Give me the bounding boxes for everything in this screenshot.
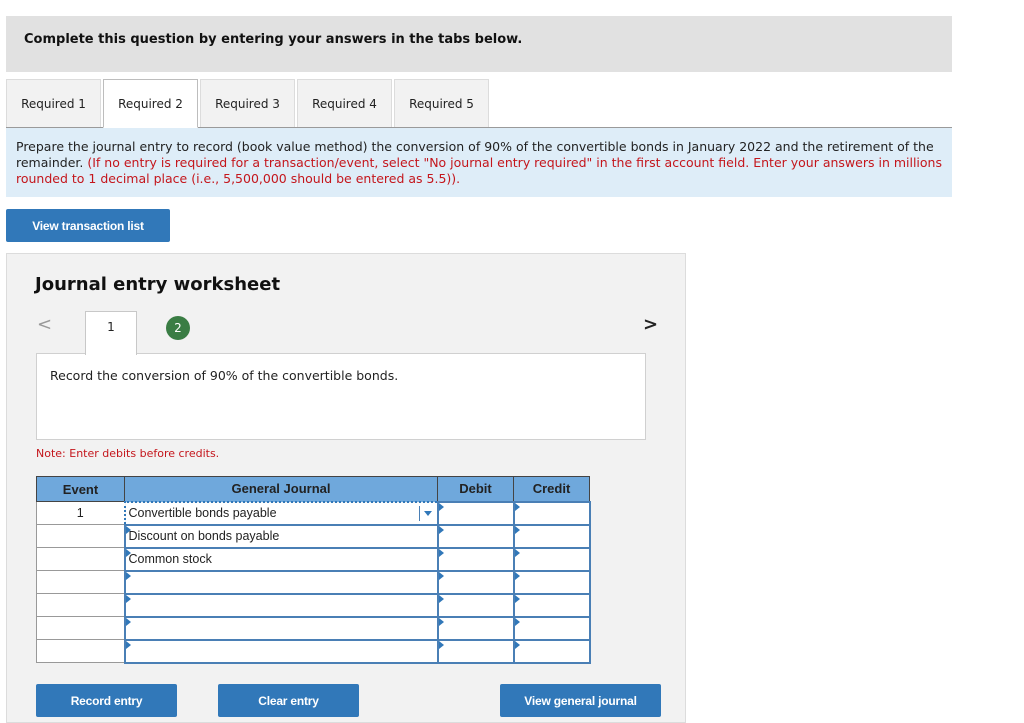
header-debit: Debit: [437, 476, 514, 502]
credit-input[interactable]: [512, 615, 591, 641]
debit-input[interactable]: [436, 592, 515, 618]
step-tab-1[interactable]: 1: [85, 311, 137, 355]
debit-input[interactable]: [436, 638, 515, 664]
table-row: [36, 615, 591, 641]
step-tab-2[interactable]: 2: [166, 316, 190, 340]
input-marker-icon: [514, 571, 520, 580]
input-marker-icon: [438, 594, 444, 603]
debit-credit-note: Note: Enter debits before credits.: [36, 447, 220, 460]
input-marker-icon: [438, 502, 444, 511]
view-transaction-list-button[interactable]: View transaction list: [6, 209, 170, 242]
account-value: Common stock: [128, 551, 212, 566]
debit-input[interactable]: [436, 569, 515, 595]
input-marker-icon: [514, 617, 520, 626]
input-marker-icon: [438, 525, 444, 534]
event-cell: [36, 524, 125, 548]
credit-input[interactable]: [512, 569, 591, 595]
chevron-left-icon[interactable]: <: [37, 314, 52, 335]
header-credit: Credit: [513, 476, 590, 502]
journal-entry-worksheet: Journal entry worksheet < 1 2 > Record t…: [6, 253, 686, 723]
table-row: [36, 569, 591, 595]
credit-input[interactable]: [512, 500, 591, 526]
table-row: Discount on bonds payable: [36, 523, 591, 549]
account-select[interactable]: Discount on bonds payable: [123, 523, 439, 549]
input-marker-icon: [438, 617, 444, 626]
view-general-journal-button[interactable]: View general journal: [500, 684, 661, 717]
account-select[interactable]: Convertible bonds payable: [123, 500, 439, 526]
input-marker-icon: [125, 640, 131, 649]
account-value: Convertible bonds payable: [128, 505, 277, 520]
tab-required-1[interactable]: Required 1: [6, 79, 101, 127]
input-marker-icon: [514, 640, 520, 649]
input-marker-icon: [438, 548, 444, 557]
account-select[interactable]: Common stock: [123, 546, 439, 572]
debit-input[interactable]: [436, 500, 515, 526]
instructions-note: (If no entry is required for a transacti…: [16, 155, 942, 186]
debit-input[interactable]: [436, 523, 515, 549]
input-marker-icon: [125, 571, 131, 580]
input-marker-icon: [125, 617, 131, 626]
account-select[interactable]: [123, 638, 439, 664]
transaction-description: Record the conversion of 90% of the conv…: [50, 368, 399, 383]
tab-required-5[interactable]: Required 5: [394, 79, 489, 127]
question-instructions: Prepare the journal entry to record (boo…: [6, 127, 952, 197]
input-marker-icon: [438, 571, 444, 580]
table-row: [36, 638, 591, 664]
journal-header-row: Event General Journal Debit Credit: [36, 476, 590, 502]
input-marker-icon: [514, 525, 520, 534]
table-row: 1 Convertible bonds payable: [36, 500, 591, 526]
dropdown-arrow-icon[interactable]: [418, 505, 435, 521]
input-marker-icon: [514, 548, 520, 557]
chevron-right-icon[interactable]: >: [643, 314, 658, 335]
instructions-banner: Complete this question by entering your …: [6, 16, 952, 72]
banner-text: Complete this question by entering your …: [24, 32, 523, 47]
table-row: [36, 592, 591, 618]
account-select[interactable]: [123, 569, 439, 595]
table-row: Common stock: [36, 546, 591, 572]
tab-required-3[interactable]: Required 3: [200, 79, 295, 127]
header-event: Event: [36, 476, 125, 502]
event-cell: [36, 616, 125, 640]
transaction-description-box: Record the conversion of 90% of the conv…: [36, 353, 646, 440]
event-cell: [36, 593, 125, 617]
event-cell: [36, 639, 125, 663]
record-entry-button[interactable]: Record entry: [36, 684, 177, 717]
debit-input[interactable]: [436, 615, 515, 641]
account-select[interactable]: [123, 592, 439, 618]
worksheet-title: Journal entry worksheet: [35, 274, 281, 295]
event-cell: [36, 547, 125, 571]
input-marker-icon: [125, 594, 131, 603]
required-tabs: Required 1 Required 2 Required 3 Require…: [6, 79, 491, 128]
credit-input[interactable]: [512, 523, 591, 549]
input-marker-icon: [438, 640, 444, 649]
event-cell: [36, 570, 125, 594]
header-general-journal: General Journal: [124, 476, 438, 502]
credit-input[interactable]: [512, 638, 591, 664]
clear-entry-button[interactable]: Clear entry: [218, 684, 359, 717]
account-value: Discount on bonds payable: [128, 528, 280, 543]
journal-table: Event General Journal Debit Credit 1 Con…: [36, 476, 591, 664]
input-marker-icon: [514, 594, 520, 603]
credit-input[interactable]: [512, 592, 591, 618]
credit-input[interactable]: [512, 546, 591, 572]
event-cell: 1: [36, 501, 125, 525]
debit-input[interactable]: [436, 546, 515, 572]
input-marker-icon: [125, 525, 131, 534]
input-marker-icon: [125, 548, 131, 557]
account-select[interactable]: [123, 615, 439, 641]
input-marker-icon: [514, 502, 520, 511]
tab-required-4[interactable]: Required 4: [297, 79, 392, 127]
tab-required-2[interactable]: Required 2: [103, 79, 198, 128]
